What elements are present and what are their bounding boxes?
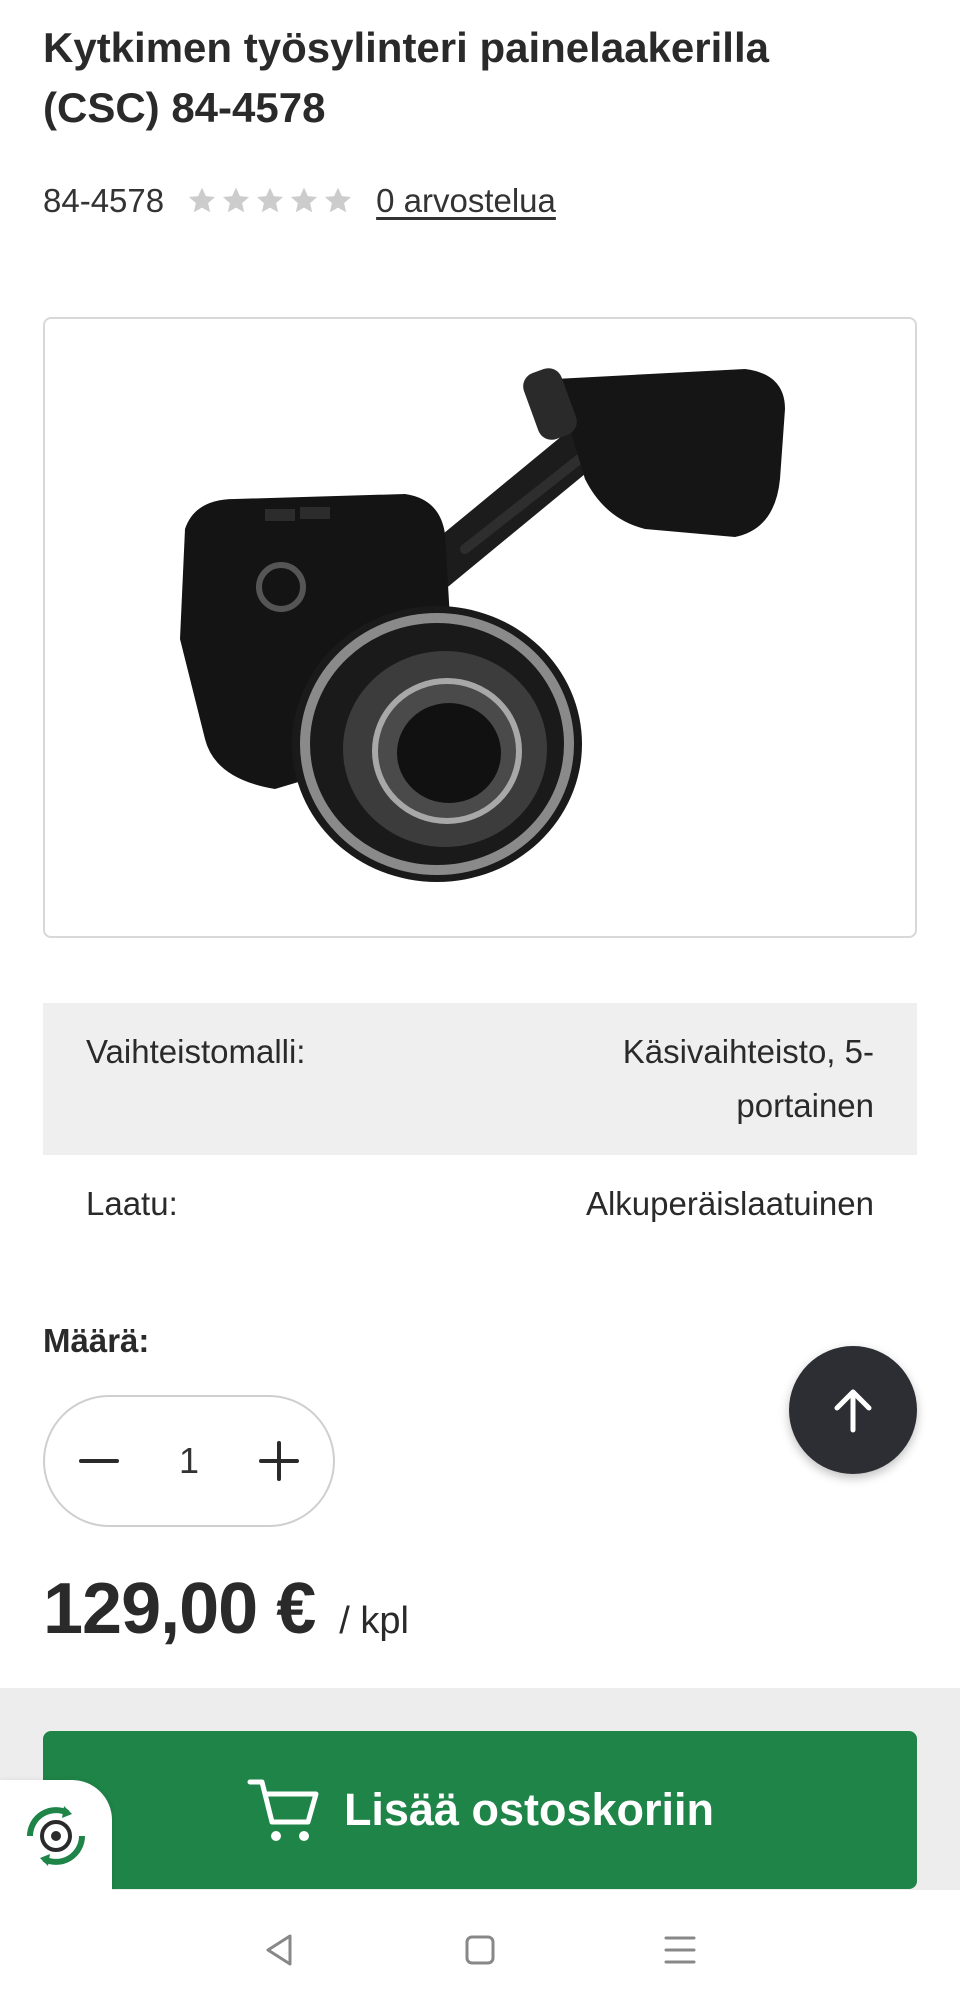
nav-home-button[interactable]	[450, 1920, 510, 1980]
decrease-button[interactable]	[71, 1433, 127, 1489]
nav-back-button[interactable]	[250, 1920, 310, 1980]
menu-lines-icon	[664, 1936, 696, 1963]
minus-icon	[79, 1459, 119, 1463]
plus-icon	[259, 1441, 299, 1481]
quantity-stepper: 1	[43, 1395, 335, 1527]
star-icon	[257, 187, 284, 213]
recycle-badge[interactable]	[0, 1780, 112, 1892]
back-triangle-icon	[266, 1934, 292, 1965]
spec-table: Vaihteistomalli: Käsivaihteisto, 5-porta…	[43, 1003, 917, 1253]
price-amount: 129,00 €	[43, 1569, 316, 1649]
spec-value: Alkuperäislaatuinen	[585, 1185, 874, 1222]
quantity-value[interactable]: 1	[179, 1440, 199, 1482]
reviews-link[interactable]: 0 arvostelua	[376, 182, 556, 220]
product-sku: 84-4578	[43, 182, 165, 219]
price-unit: / kpl	[339, 1600, 409, 1642]
spec-value: Käsivaihteisto, 5-portainen	[622, 1033, 874, 1124]
cart-area: Lisää ostoskoriin	[0, 1688, 960, 1890]
star-icon	[223, 187, 250, 213]
spec-row: Laatu: Alkuperäislaatuinen	[43, 1155, 917, 1253]
nav-menu-button[interactable]	[650, 1920, 710, 1980]
rating-stars	[186, 185, 354, 217]
spec-key: Laatu:	[86, 1185, 178, 1222]
product-image[interactable]	[43, 317, 917, 938]
recycle-gear-icon	[27, 1806, 85, 1866]
add-to-cart-button[interactable]: Lisää ostoskoriin	[43, 1731, 917, 1889]
star-icon	[325, 187, 352, 213]
star-icon	[291, 187, 318, 213]
spec-key: Vaihteistomalli:	[86, 1033, 306, 1070]
system-nav-bar	[0, 1890, 960, 2009]
star-icon	[189, 187, 216, 213]
cart-icon	[247, 1779, 319, 1841]
add-to-cart-label: Lisää ostoskoriin	[343, 1784, 715, 1835]
quantity-label: Määrä:	[43, 1322, 150, 1359]
scroll-to-top-button[interactable]	[789, 1346, 917, 1474]
increase-button[interactable]	[251, 1433, 307, 1489]
home-square-icon	[465, 1935, 495, 1964]
product-title: Kytkimen työsylinteri painelaakerilla (C…	[43, 24, 769, 131]
spec-row: Vaihteistomalli: Käsivaihteisto, 5-porta…	[43, 1003, 917, 1155]
price-row: 129,00 € / kpl	[43, 1568, 409, 1650]
arrow-up-icon	[834, 1389, 872, 1433]
clutch-slave-cylinder-illustration	[180, 368, 785, 882]
product-meta-row: 84-4578 0 arvostelua	[43, 178, 556, 224]
